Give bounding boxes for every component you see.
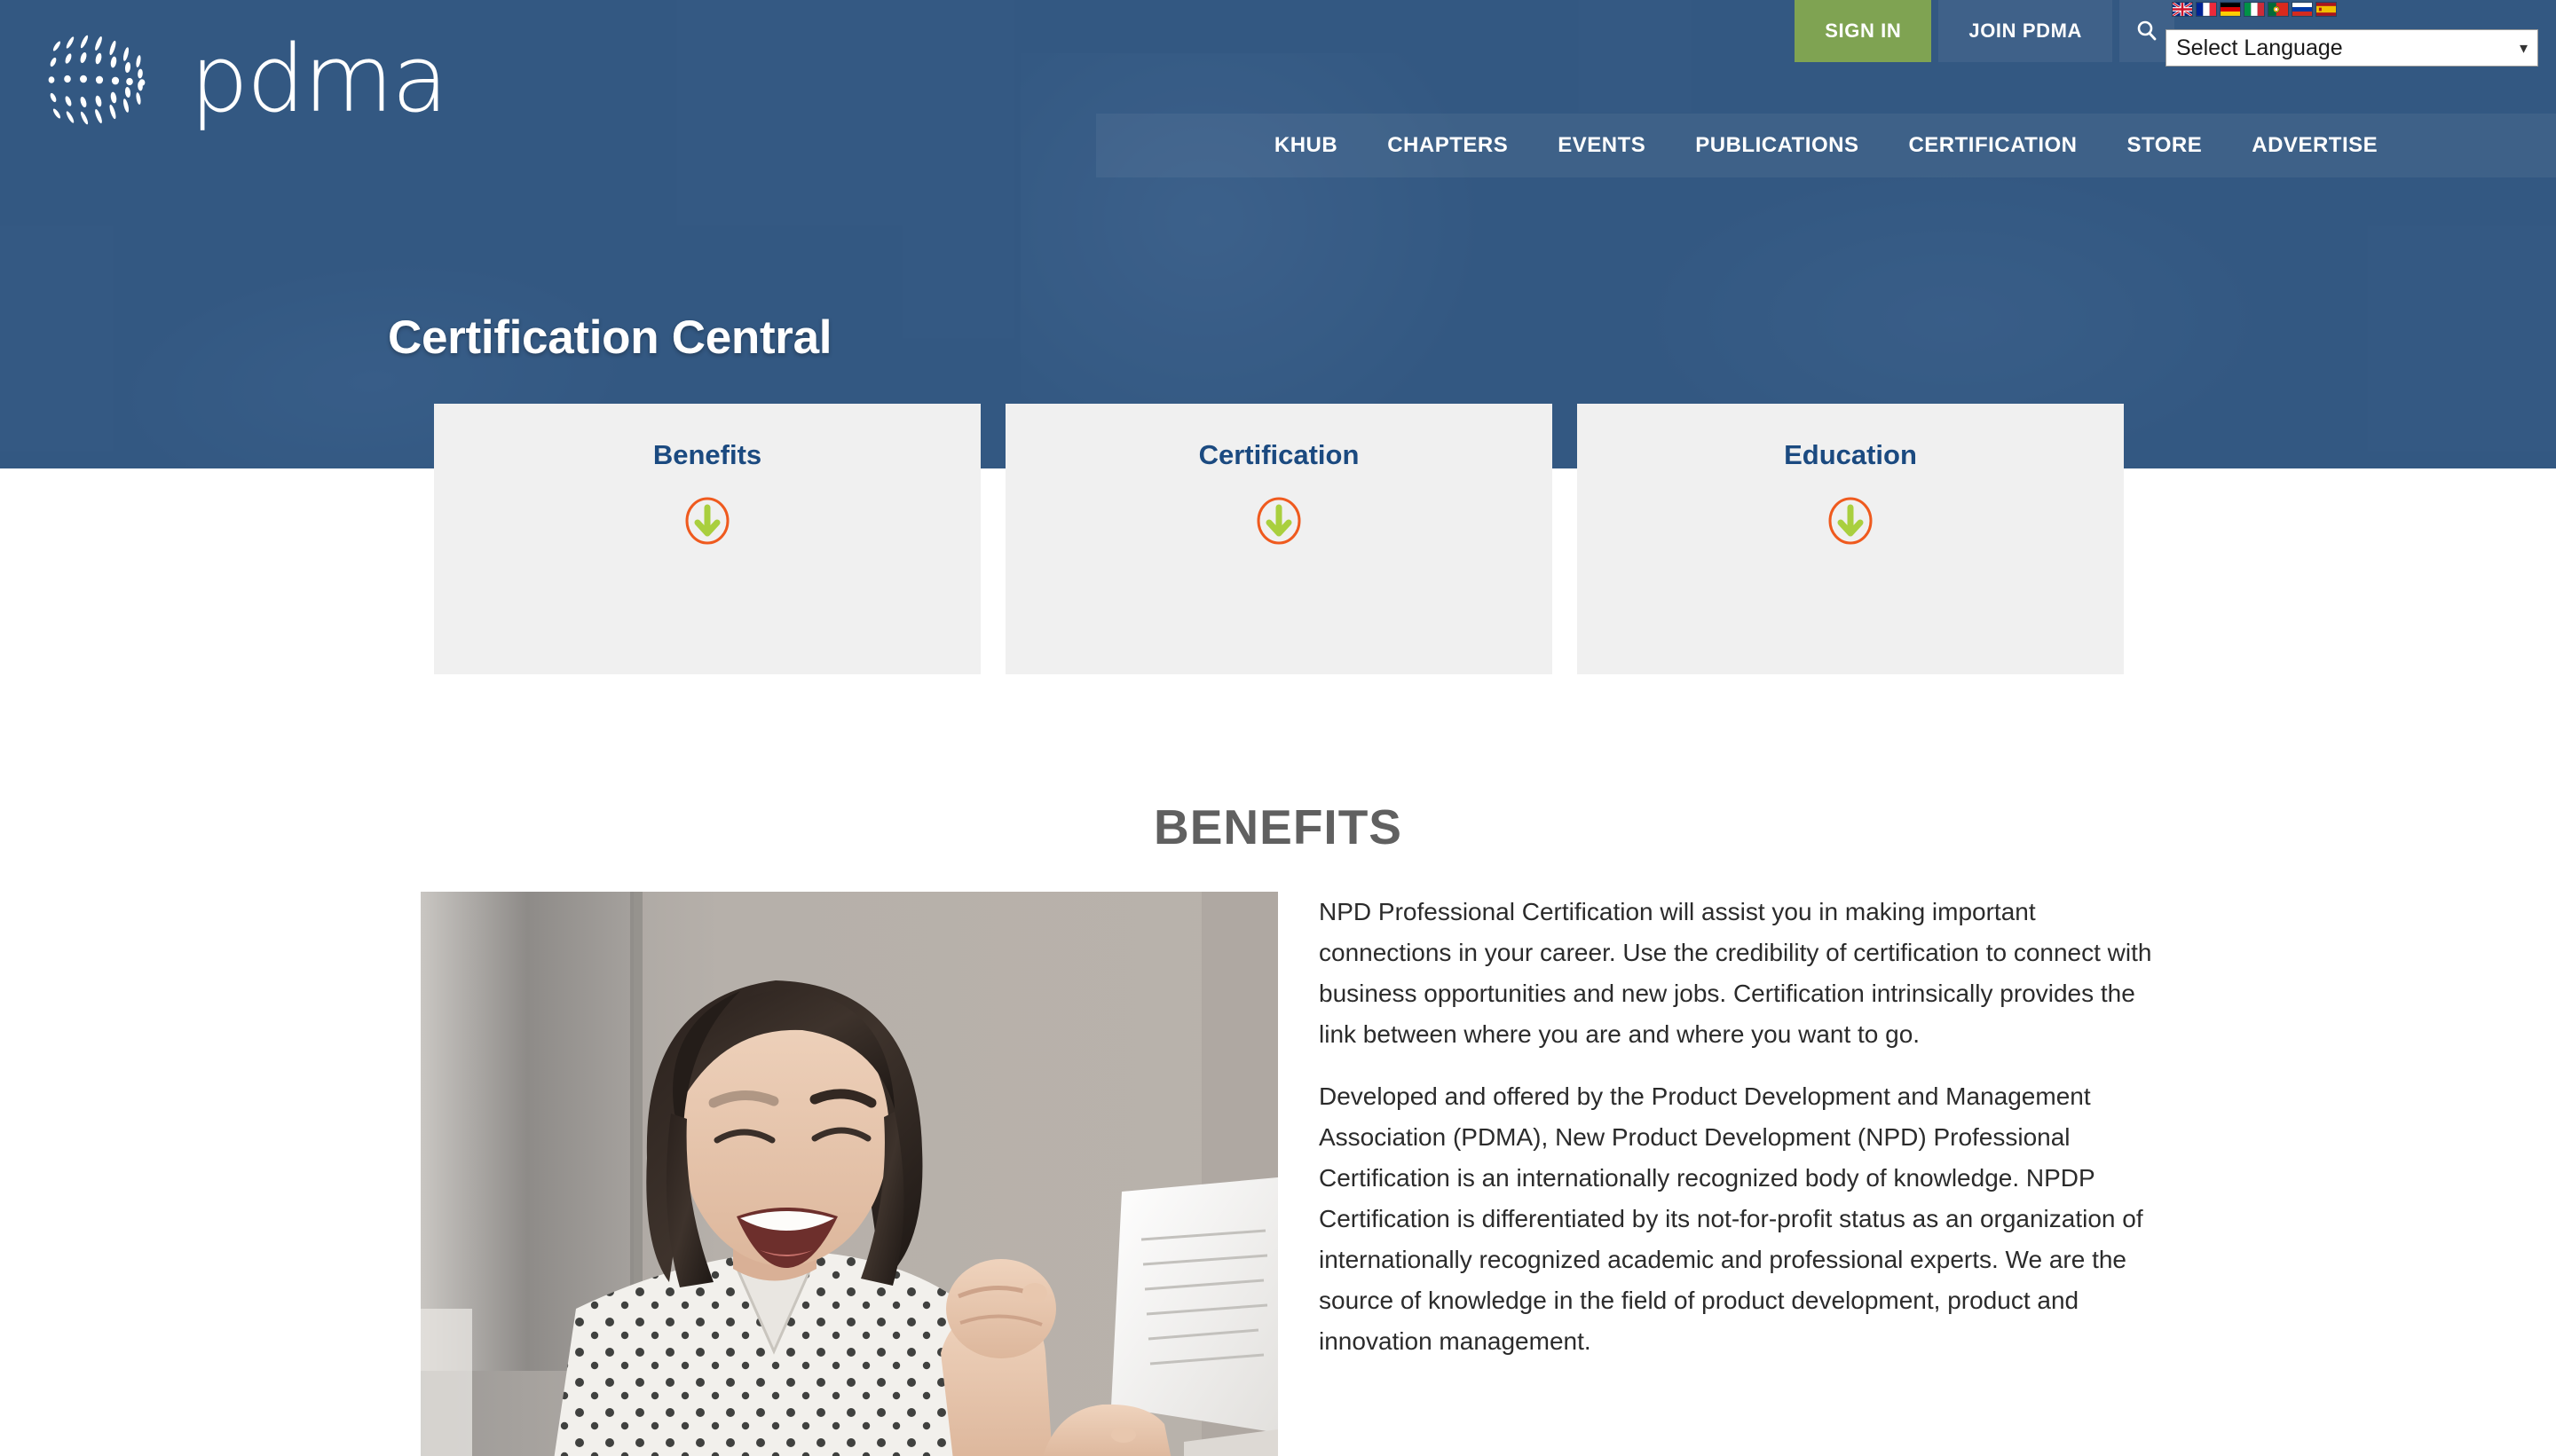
page-title: Certification Central (388, 311, 832, 364)
hero-banner: pdma SIGN IN JOIN PDMA Select Language ▾… (0, 0, 2556, 468)
nav-item-chapters[interactable]: CHAPTERS (1362, 133, 1533, 158)
nav-item-events[interactable]: EVENTS (1533, 133, 1670, 158)
card-title: Certification (1198, 439, 1360, 470)
nav-item-publications[interactable]: PUBLICATIONS (1670, 133, 1883, 158)
flag-france[interactable] (2196, 2, 2217, 17)
benefits-photo (421, 892, 1278, 1456)
card-education[interactable]: Education (1577, 404, 2124, 674)
search-icon (2137, 20, 2157, 41)
circle-arrow-down-icon[interactable] (1254, 496, 1304, 546)
language-selector: Select Language ▾ (2166, 2, 2538, 67)
card-benefits[interactable]: Benefits (434, 404, 981, 674)
benefits-paragraph-1: NPD Professional Certification will assi… (1319, 898, 2152, 1048)
benefits-content: NPD Professional Certification will assi… (421, 892, 2162, 1456)
sign-in-button[interactable]: SIGN IN (1795, 0, 1932, 62)
card-title: Education (1784, 439, 1917, 470)
nav-item-advertise[interactable]: ADVERTISE (2227, 133, 2402, 158)
nav-item-khub[interactable]: KHUB (1250, 133, 1362, 158)
flag-russia[interactable] (2292, 2, 2313, 17)
benefits-copy: NPD Professional Certification will assi… (1319, 892, 2162, 1456)
circle-arrow-down-icon[interactable] (682, 496, 732, 546)
card-title: Benefits (652, 439, 762, 470)
pdma-logo[interactable]: pdma (41, 31, 458, 133)
quick-link-cards: Benefits Certification Education (434, 404, 2124, 674)
page-root: pdma SIGN IN JOIN PDMA Select Language ▾… (0, 0, 2556, 1456)
benefits-heading: BENEFITS (1154, 799, 1402, 854)
nav-item-certification[interactable]: CERTIFICATION (1883, 133, 2102, 158)
flag-united-kingdom[interactable] (2172, 2, 2193, 17)
circle-arrow-down-icon[interactable] (1826, 496, 1875, 546)
benefits-paragraph-2: Developed and offered by the Product Dev… (1319, 1082, 2143, 1355)
flag-italy[interactable] (2244, 2, 2265, 17)
join-pdma-button[interactable]: JOIN PDMA (1938, 0, 2112, 62)
flag-spain[interactable] (2315, 2, 2337, 17)
card-certification[interactable]: Certification (1006, 404, 1552, 674)
select-language-dropdown[interactable]: Select Language ▾ (2166, 29, 2538, 67)
flag-germany[interactable] (2220, 2, 2241, 17)
main-navigation: KHUB CHAPTERS EVENTS PUBLICATIONS CERTIF… (1096, 114, 2556, 177)
language-flags (2166, 2, 2538, 21)
flag-portugal[interactable] (2268, 2, 2289, 17)
select-language-value: Select Language (2176, 35, 2343, 60)
svg-text:pdma: pdma (190, 31, 446, 133)
nav-item-store[interactable]: STORE (2102, 133, 2228, 158)
chevron-down-icon: ▾ (2519, 38, 2528, 57)
